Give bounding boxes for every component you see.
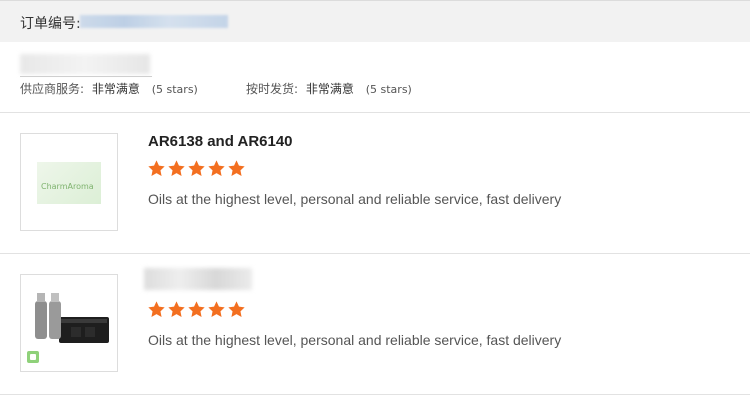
order-header: 订单编号: — [0, 0, 750, 42]
rating-label: 供应商服务: — [20, 82, 85, 96]
rating-value: 非常满意 — [305, 82, 354, 96]
review-text: Oils at the highest level, personal and … — [148, 332, 562, 348]
rating-stars-text: (5 stars) — [365, 83, 412, 96]
rating-value: 非常满意 — [91, 82, 140, 96]
star-rating — [147, 159, 246, 181]
divider — [0, 394, 750, 395]
star-icon — [167, 159, 186, 178]
order-number-label: 订单编号: — [20, 16, 81, 32]
product-review-item: Oils at the highest level, personal and … — [0, 254, 750, 394]
product-thumbnail[interactable] — [20, 274, 118, 372]
supplier-name-redacted — [20, 54, 150, 74]
star-icon — [227, 300, 246, 319]
star-icon — [147, 159, 166, 178]
rating-supplier-service: 供应商服务: 非常满意 (5 stars) — [20, 80, 198, 97]
star-icon — [207, 300, 226, 319]
supplier-name-underline — [20, 76, 152, 77]
star-icon — [147, 300, 166, 319]
review-text: Oils at the highest level, personal and … — [148, 191, 562, 207]
star-rating — [147, 300, 246, 322]
order-number-redacted — [80, 15, 228, 28]
product-review-item: CharmAroma AR6138 and AR6140 Oils at the… — [0, 113, 750, 253]
rating-on-time-delivery: 按时发货: 非常满意 (5 stars) — [246, 80, 412, 97]
rating-stars-text: (5 stars) — [151, 83, 198, 96]
aroma-diffuser-machine-icon — [27, 293, 109, 363]
star-icon — [167, 300, 186, 319]
brand-logo-text: CharmAroma — [41, 182, 94, 191]
rating-label: 按时发货: — [246, 82, 299, 96]
product-title-redacted — [144, 268, 252, 290]
star-icon — [187, 300, 206, 319]
star-icon — [227, 159, 246, 178]
star-icon — [187, 159, 206, 178]
product-thumbnail[interactable]: CharmAroma — [20, 133, 118, 231]
star-icon — [207, 159, 226, 178]
product-title[interactable]: AR6138 and AR6140 — [148, 133, 293, 150]
